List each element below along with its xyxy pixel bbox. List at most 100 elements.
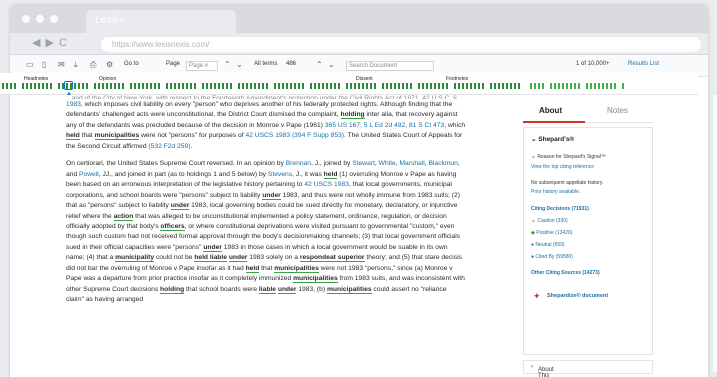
search-term-hit[interactable]: action — [113, 212, 134, 221]
term-hit-bar[interactable] — [382, 83, 384, 89]
term-hit-bar[interactable] — [170, 83, 172, 89]
term-hit-bar[interactable] — [74, 83, 76, 89]
term-hit-bar[interactable] — [22, 83, 24, 89]
other-citing-sources-link[interactable]: Other Citing Sources (14273) — [531, 270, 649, 276]
term-hit-bar[interactable] — [118, 83, 120, 89]
citation-link[interactable]: Brennan — [286, 160, 311, 167]
term-hit-bar[interactable] — [454, 83, 456, 89]
citation-link[interactable]: White — [379, 160, 396, 167]
footnote-hit-bars[interactable] — [530, 83, 630, 89]
download-icon[interactable]: ⤓ — [74, 60, 78, 70]
term-hit-bar[interactable] — [190, 83, 192, 89]
term-hit-bar[interactable] — [318, 83, 320, 89]
document-icon[interactable]: ▯ — [42, 60, 46, 69]
term-hit-bar[interactable] — [282, 83, 284, 89]
term-hit-bar[interactable] — [226, 83, 228, 89]
term-hit-bar[interactable] — [426, 83, 428, 89]
search-term-hit[interactable]: municipalities — [94, 132, 140, 141]
term-hit-bar[interactable] — [202, 83, 204, 89]
term-hit-bar[interactable] — [430, 83, 432, 89]
term-hit-bar[interactable] — [78, 83, 80, 89]
term-hit-bar[interactable] — [166, 83, 168, 89]
citation-link[interactable]: Blackmun — [428, 160, 457, 167]
shepards-heading[interactable]: ⌄ Shepard's® — [531, 135, 574, 143]
term-hit-bar[interactable] — [110, 83, 112, 89]
term-hit-bar[interactable] — [354, 83, 356, 89]
term-hit-bar[interactable] — [334, 83, 336, 89]
term-hit-bar[interactable] — [30, 83, 32, 89]
search-term-hit[interactable]: holding — [160, 285, 185, 294]
settings-icon[interactable]: ⚙ — [106, 60, 113, 69]
search-term-hit[interactable]: under — [170, 202, 190, 211]
term-hit-bar[interactable] — [178, 83, 180, 89]
term-hit-bar[interactable] — [578, 83, 580, 89]
citation-link[interactable]: Stevens — [268, 171, 292, 178]
term-hit-bar[interactable] — [530, 83, 532, 89]
term-hit-bar[interactable] — [38, 83, 40, 89]
chevron-up-icon[interactable]: ⌃ — [224, 60, 231, 69]
term-hit-bar[interactable] — [274, 83, 276, 89]
terms-up-icon[interactable]: ⌃ — [316, 60, 323, 69]
term-hit-bar[interactable] — [542, 83, 544, 89]
url-field[interactable]: https://www.lexisnexis.com/ — [101, 37, 701, 52]
search-term-hit[interactable]: officers — [160, 222, 185, 231]
term-hit-bar[interactable] — [158, 83, 160, 89]
term-hit-bar[interactable] — [58, 83, 60, 89]
term-hit-bar[interactable] — [174, 83, 176, 89]
term-hit-bar[interactable] — [498, 83, 500, 89]
citing-decisions-link[interactable]: Citing Decisions (71931) — [531, 206, 649, 212]
term-hit-bar[interactable] — [462, 83, 464, 89]
term-hit-bar[interactable] — [186, 83, 188, 89]
term-hit-bar[interactable] — [286, 83, 288, 89]
terms-down-icon[interactable]: ⌄ — [328, 60, 335, 69]
term-hit-bar[interactable] — [558, 83, 560, 89]
term-hit-bar[interactable] — [310, 83, 312, 89]
cited-by-link[interactable]: ● Cited By (59580) — [531, 254, 649, 260]
term-hit-bar[interactable] — [246, 83, 248, 89]
window-close-dot[interactable] — [22, 15, 30, 23]
search-term-hit[interactable]: municipalities — [326, 285, 372, 294]
tab-notes[interactable]: Notes — [607, 106, 628, 115]
term-hit-bar[interactable] — [370, 83, 372, 89]
term-hit-bar[interactable] — [50, 83, 52, 89]
search-term-hit[interactable]: liable — [258, 285, 277, 294]
term-hit-bar[interactable] — [478, 83, 480, 89]
term-hit-bar[interactable] — [442, 83, 444, 89]
term-hit-bar[interactable] — [42, 83, 44, 89]
nav-opinion[interactable]: Opinion — [99, 76, 116, 82]
window-maximize-dot[interactable] — [50, 15, 58, 23]
term-hit-bar[interactable] — [358, 83, 360, 89]
positive-link[interactable]: ◆ Positive (13420) — [531, 230, 649, 236]
term-hit-bar[interactable] — [182, 83, 184, 89]
term-hit-bar[interactable] — [590, 83, 592, 89]
search-term-hit[interactable]: held liable — [194, 254, 227, 263]
term-hit-bar[interactable] — [514, 83, 516, 89]
search-term-hit[interactable]: under — [262, 191, 281, 200]
term-hit-bar[interactable] — [326, 83, 328, 89]
term-hit-bar[interactable] — [142, 83, 144, 89]
term-hit-bar[interactable] — [82, 83, 84, 89]
caution-link[interactable]: ▲ Caution (330) — [531, 218, 649, 224]
term-hit-bar[interactable] — [106, 83, 108, 89]
citation-link[interactable]: 42 USCS 1983 — [304, 181, 349, 188]
term-hit-bar[interactable] — [610, 83, 612, 89]
term-hit-bar[interactable] — [130, 83, 132, 89]
term-hit-bar[interactable] — [422, 83, 424, 89]
search-term-hit[interactable]: under — [203, 243, 222, 252]
search-document-input[interactable]: Search Document — [346, 61, 434, 71]
term-hit-bar[interactable] — [474, 83, 476, 89]
term-hit-bar[interactable] — [398, 83, 400, 89]
search-term-hit[interactable]: held — [66, 132, 80, 141]
view-top-citing-link[interactable]: View the top citing reference — [531, 164, 649, 170]
term-hit-bar[interactable] — [458, 83, 460, 89]
term-hit-bar[interactable] — [138, 83, 140, 89]
term-hit-bar[interactable] — [586, 83, 588, 89]
search-term-hit[interactable]: holding — [340, 111, 365, 120]
term-hit-bar[interactable] — [554, 83, 556, 89]
term-hit-bar[interactable] — [482, 83, 484, 89]
term-hit-bar[interactable] — [206, 83, 208, 89]
term-hit-bar[interactable] — [386, 83, 388, 89]
term-hit-bar[interactable] — [446, 83, 448, 89]
window-minimize-dot[interactable] — [36, 15, 44, 23]
term-hit-bar[interactable] — [10, 83, 12, 89]
